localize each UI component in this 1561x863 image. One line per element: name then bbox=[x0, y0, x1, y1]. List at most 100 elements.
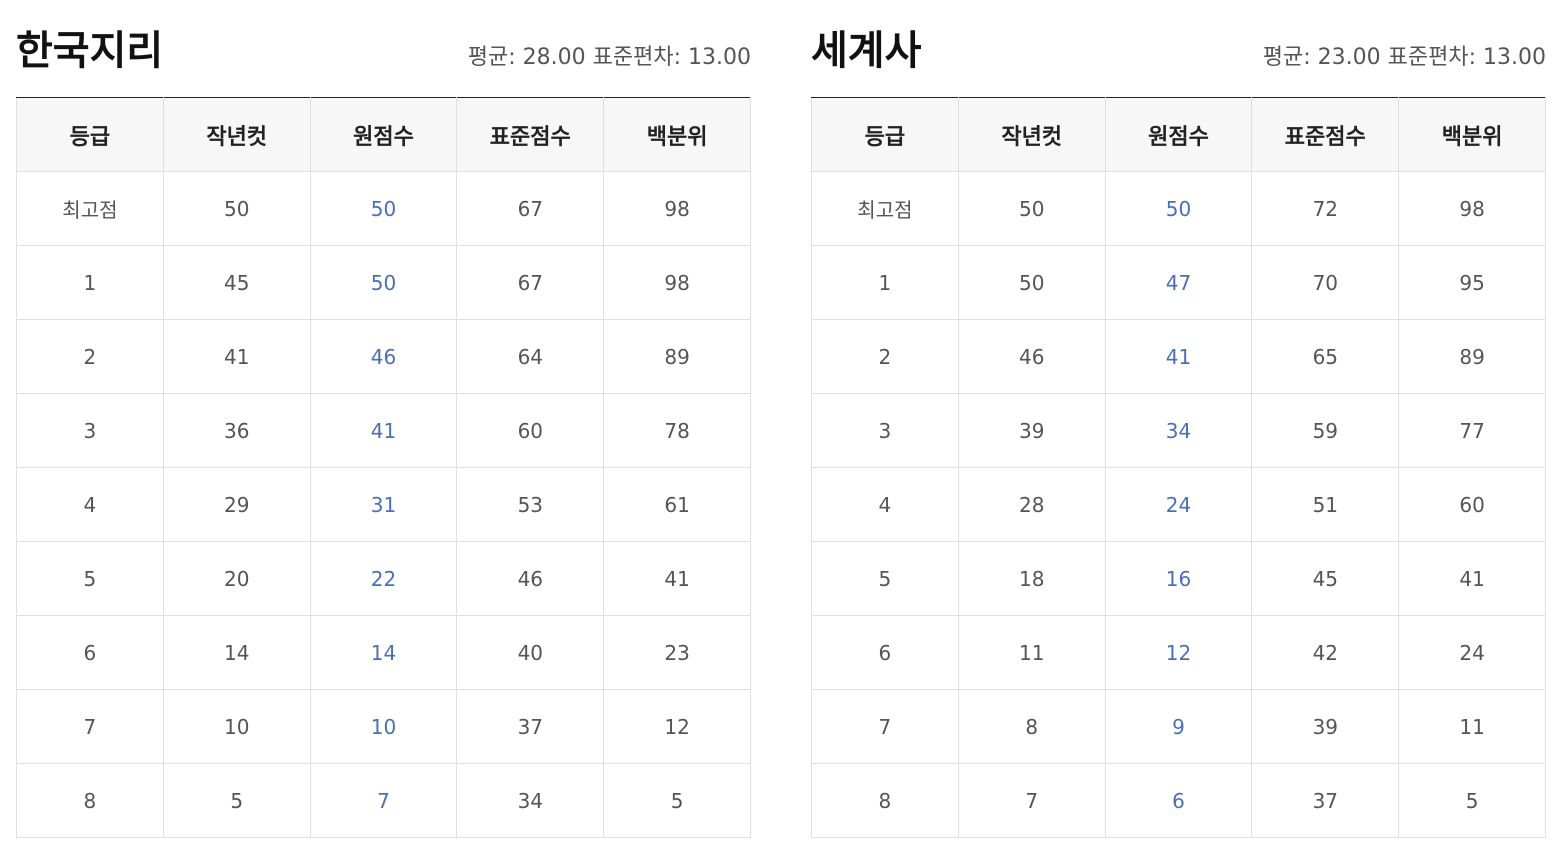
cell-last-year-cut: 50 bbox=[957, 171, 1106, 246]
cell-grade: 3 bbox=[811, 393, 959, 468]
table-row: 3 39 34 59 77 bbox=[811, 393, 1546, 468]
cell-standard-score: 72 bbox=[1251, 171, 1400, 246]
column-header-last-year-cut: 작년컷 bbox=[162, 97, 311, 172]
column-header-percentile: 백분위 bbox=[1398, 97, 1546, 172]
cell-last-year-cut: 50 bbox=[162, 171, 311, 246]
cell-raw-score: 31 bbox=[309, 467, 458, 542]
cell-standard-score: 40 bbox=[456, 615, 605, 690]
cell-last-year-cut: 46 bbox=[957, 319, 1106, 394]
cell-last-year-cut: 8 bbox=[957, 689, 1106, 764]
panel-title: 세계사 bbox=[811, 28, 922, 74]
cell-raw-score: 50 bbox=[309, 245, 458, 320]
cell-grade: 4 bbox=[811, 467, 959, 542]
cell-last-year-cut: 28 bbox=[957, 467, 1106, 542]
cell-grade: 7 bbox=[16, 689, 164, 764]
cell-raw-score: 7 bbox=[309, 763, 458, 838]
cell-standard-score: 46 bbox=[456, 541, 605, 616]
column-header-raw-score: 원점수 bbox=[1104, 97, 1253, 172]
cell-last-year-cut: 18 bbox=[957, 541, 1106, 616]
cell-standard-score: 42 bbox=[1251, 615, 1400, 690]
cell-last-year-cut: 39 bbox=[957, 393, 1106, 468]
score-panel-world-history: 세계사 평균: 23.00 표준편차: 13.00 등급 작년컷 원점수 표준점수 백분… bbox=[811, 0, 1546, 838]
table-row: 8 5 7 34 5 bbox=[16, 763, 751, 838]
cell-percentile: 24 bbox=[1398, 615, 1546, 690]
cell-last-year-cut: 50 bbox=[957, 245, 1106, 320]
cell-raw-score: 50 bbox=[1104, 171, 1253, 246]
cell-percentile: 78 bbox=[603, 393, 751, 468]
cell-percentile: 61 bbox=[603, 467, 751, 542]
cell-raw-score: 41 bbox=[309, 393, 458, 468]
cell-grade: 최고점 bbox=[811, 171, 959, 246]
cell-raw-score: 34 bbox=[1104, 393, 1253, 468]
score-panel-korean-geography: 한국지리 평균: 28.00 표준편차: 13.00 등급 작년컷 원점수 표준점수 백… bbox=[16, 0, 751, 838]
cell-standard-score: 37 bbox=[456, 689, 605, 764]
column-header-raw-score: 원점수 bbox=[309, 97, 458, 172]
column-header-grade: 등급 bbox=[811, 97, 959, 172]
cell-standard-score: 70 bbox=[1251, 245, 1400, 320]
cell-standard-score: 53 bbox=[456, 467, 605, 542]
cell-last-year-cut: 20 bbox=[162, 541, 311, 616]
cell-standard-score: 45 bbox=[1251, 541, 1400, 616]
cell-percentile: 41 bbox=[1398, 541, 1546, 616]
cell-percentile: 98 bbox=[603, 171, 751, 246]
cell-grade: 1 bbox=[16, 245, 164, 320]
table-row: 최고점 50 50 72 98 bbox=[811, 171, 1546, 246]
table-row: 6 14 14 40 23 bbox=[16, 615, 751, 690]
column-header-last-year-cut: 작년컷 bbox=[957, 97, 1106, 172]
cell-percentile: 60 bbox=[1398, 467, 1546, 542]
cell-last-year-cut: 14 bbox=[162, 615, 311, 690]
cell-percentile: 11 bbox=[1398, 689, 1546, 764]
cell-grade: 8 bbox=[16, 763, 164, 838]
table-header-row: 등급 작년컷 원점수 표준점수 백분위 bbox=[811, 97, 1546, 172]
cell-standard-score: 64 bbox=[456, 319, 605, 394]
cell-grade: 6 bbox=[811, 615, 959, 690]
cell-raw-score: 47 bbox=[1104, 245, 1253, 320]
cell-raw-score: 41 bbox=[1104, 319, 1253, 394]
cell-last-year-cut: 5 bbox=[162, 763, 311, 838]
cell-raw-score: 50 bbox=[309, 171, 458, 246]
cell-grade: 5 bbox=[811, 541, 959, 616]
cell-percentile: 41 bbox=[603, 541, 751, 616]
table-row: 4 28 24 51 60 bbox=[811, 467, 1546, 542]
cell-raw-score: 22 bbox=[309, 541, 458, 616]
cell-standard-score: 51 bbox=[1251, 467, 1400, 542]
table-row: 1 45 50 67 98 bbox=[16, 245, 751, 320]
cell-grade: 4 bbox=[16, 467, 164, 542]
cell-raw-score: 46 bbox=[309, 319, 458, 394]
cell-grade: 3 bbox=[16, 393, 164, 468]
cell-last-year-cut: 36 bbox=[162, 393, 311, 468]
cell-percentile: 89 bbox=[603, 319, 751, 394]
cell-standard-score: 34 bbox=[456, 763, 605, 838]
cell-standard-score: 60 bbox=[456, 393, 605, 468]
grade-table: 등급 작년컷 원점수 표준점수 백분위 최고점 50 50 67 98 1 45 50 67 98 2 41 4… bbox=[16, 97, 751, 838]
cell-raw-score: 12 bbox=[1104, 615, 1253, 690]
table-row: 4 29 31 53 61 bbox=[16, 467, 751, 542]
cell-grade: 6 bbox=[16, 615, 164, 690]
cell-percentile: 77 bbox=[1398, 393, 1546, 468]
cell-grade: 7 bbox=[811, 689, 959, 764]
cell-raw-score: 24 bbox=[1104, 467, 1253, 542]
grade-table: 등급 작년컷 원점수 표준점수 백분위 최고점 50 50 72 98 1 50 47 70 95 2 46 4… bbox=[811, 97, 1546, 838]
panel-stats: 평균: 28.00 표준편차: 13.00 bbox=[467, 45, 751, 70]
table-header-row: 등급 작년컷 원점수 표준점수 백분위 bbox=[16, 97, 751, 172]
cell-last-year-cut: 41 bbox=[162, 319, 311, 394]
cell-raw-score: 16 bbox=[1104, 541, 1253, 616]
cell-last-year-cut: 7 bbox=[957, 763, 1106, 838]
cell-standard-score: 65 bbox=[1251, 319, 1400, 394]
cell-percentile: 98 bbox=[1398, 171, 1546, 246]
cell-raw-score: 10 bbox=[309, 689, 458, 764]
table-row: 최고점 50 50 67 98 bbox=[16, 171, 751, 246]
cell-standard-score: 37 bbox=[1251, 763, 1400, 838]
column-header-standard-score: 표준점수 bbox=[456, 97, 605, 172]
cell-percentile: 5 bbox=[603, 763, 751, 838]
column-header-grade: 등급 bbox=[16, 97, 164, 172]
cell-standard-score: 39 bbox=[1251, 689, 1400, 764]
table-row: 2 41 46 64 89 bbox=[16, 319, 751, 394]
cell-last-year-cut: 10 bbox=[162, 689, 311, 764]
table-row: 1 50 47 70 95 bbox=[811, 245, 1546, 320]
panel-header: 한국지리 평균: 28.00 표준편차: 13.00 bbox=[16, 0, 751, 97]
cell-last-year-cut: 11 bbox=[957, 615, 1106, 690]
cell-percentile: 95 bbox=[1398, 245, 1546, 320]
cell-grade: 5 bbox=[16, 541, 164, 616]
cell-standard-score: 59 bbox=[1251, 393, 1400, 468]
